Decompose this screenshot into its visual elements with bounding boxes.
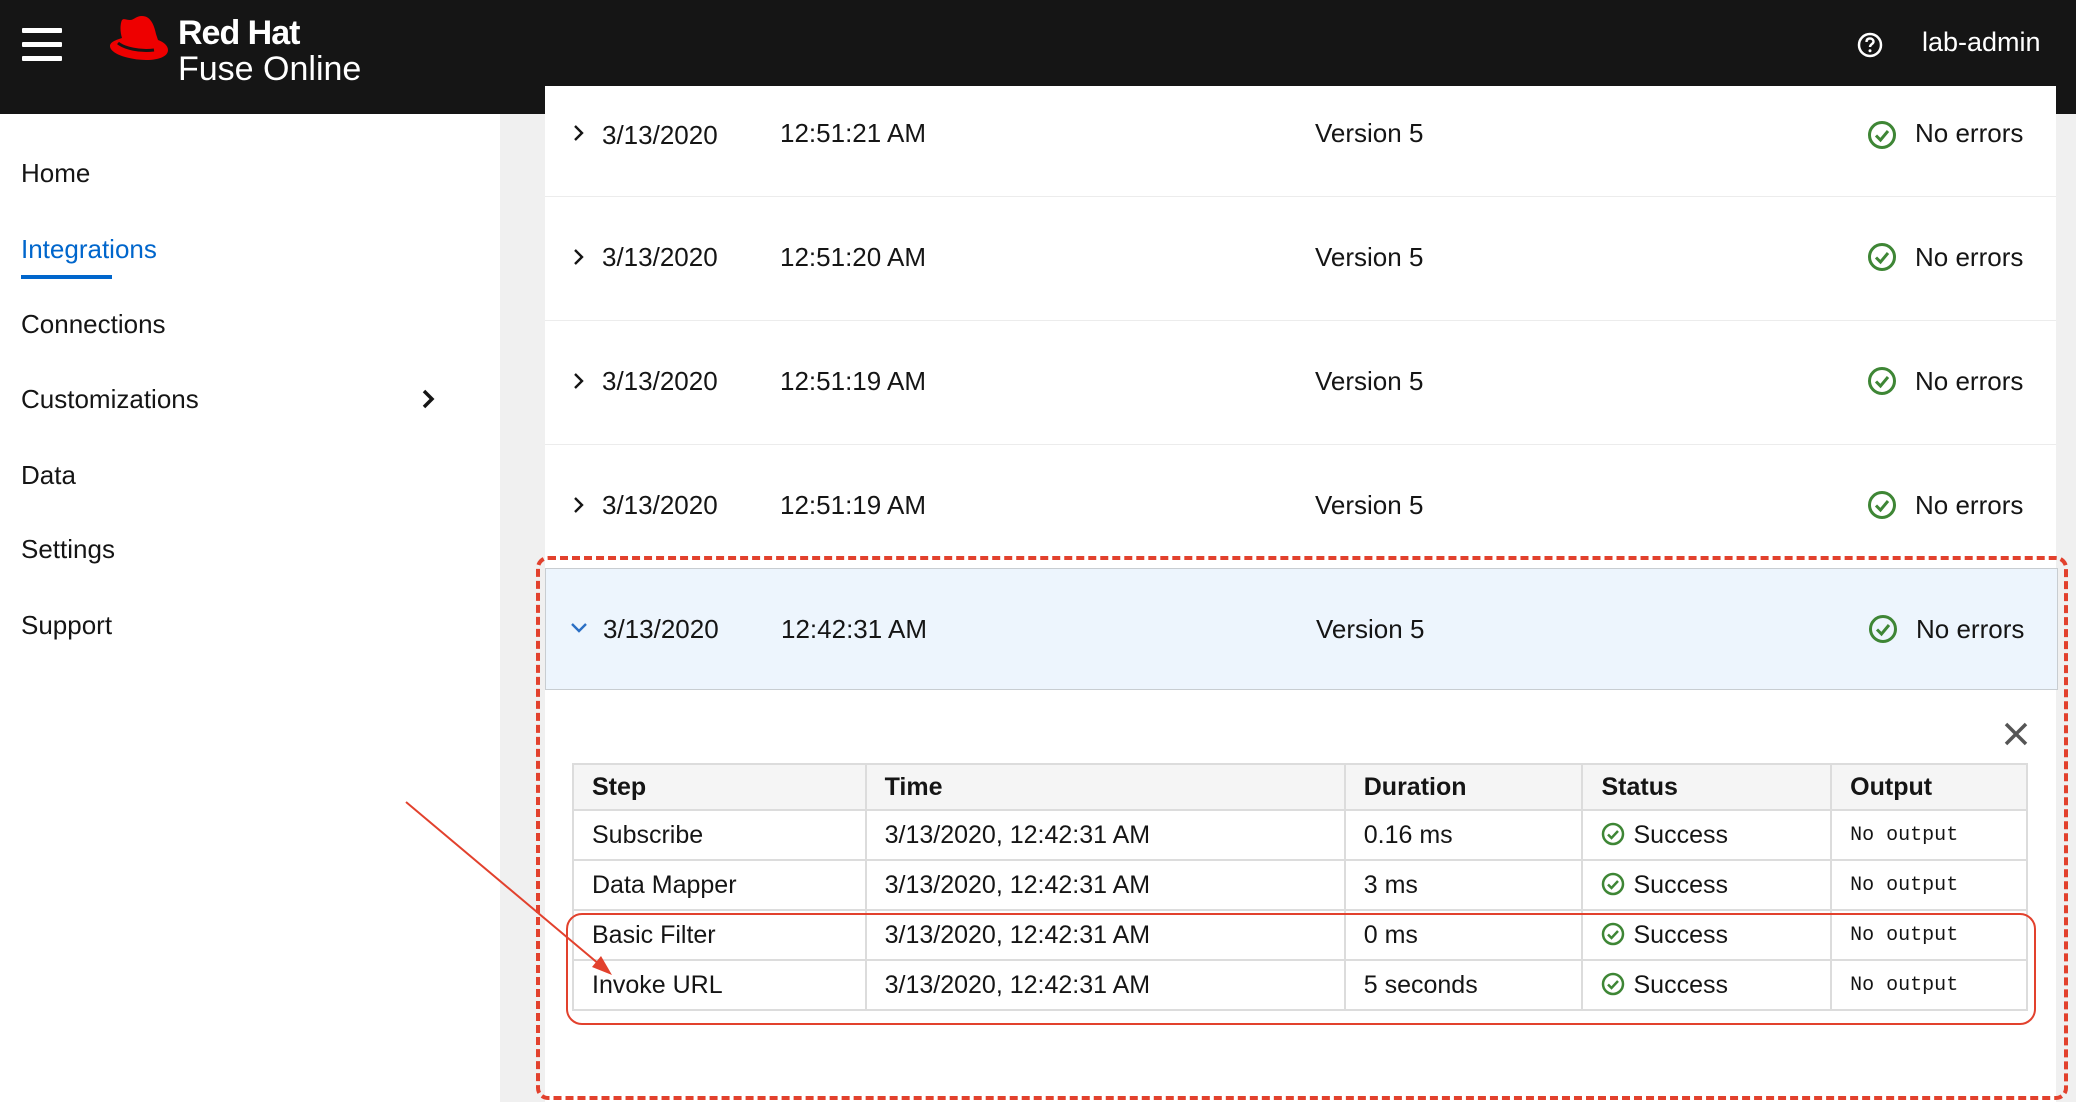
step-name: Basic Filter <box>572 909 867 961</box>
step-status: Success <box>1633 870 1728 899</box>
check-circle-icon <box>1868 121 1896 149</box>
activity-row[interactable]: 3/13/2020 12:51:21 AM Version 5 No error… <box>545 86 2056 198</box>
check-circle-icon <box>1868 367 1896 395</box>
step-status-cell: Success <box>1581 909 1833 961</box>
activity-status: No errors <box>1915 242 2024 272</box>
step-output: No output <box>1830 909 2028 961</box>
activity-time: 12:51:19 AM <box>780 490 926 520</box>
step-status-cell: Success <box>1581 809 1833 861</box>
activity-date: 3/13/2020 <box>602 242 718 272</box>
activity-version: Version 5 <box>1315 118 1424 148</box>
column-header-duration: Duration <box>1343 763 1584 811</box>
table-row: Subscribe 3/13/2020, 12:42:31 AM 0.16 ms… <box>572 809 2028 861</box>
steps-table: Step Time Duration Status Output Subscri… <box>572 763 2028 1011</box>
hamburger-menu-icon[interactable] <box>22 28 62 68</box>
activity-row[interactable]: 3/13/2020 12:51:19 AM Version 5 No error… <box>545 321 2056 446</box>
sidebar-item-connections[interactable]: Connections <box>21 309 166 340</box>
activity-row[interactable]: 3/13/2020 12:51:20 AM Version 5 No error… <box>545 197 2056 322</box>
user-menu[interactable]: lab-admin <box>1922 27 2041 58</box>
step-name: Invoke URL <box>572 959 867 1011</box>
step-duration: 5 seconds <box>1343 959 1584 1011</box>
table-row: Basic Filter 3/13/2020, 12:42:31 AM 0 ms… <box>572 909 2028 961</box>
sidebar-item-home[interactable]: Home <box>21 158 90 189</box>
red-hat-logo-icon <box>110 16 168 60</box>
step-status: Success <box>1633 820 1728 849</box>
column-header-step: Step <box>572 763 867 811</box>
column-header-status: Status <box>1581 763 1833 811</box>
step-status-cell: Success <box>1581 959 1833 1011</box>
activity-status: No errors <box>1915 490 2024 520</box>
activity-version: Version 5 <box>1315 242 1424 272</box>
activity-version: Version 5 <box>1315 490 1424 520</box>
activity-row-expanded[interactable]: 3/13/2020 12:42:31 AM Version 5 No error… <box>545 568 2058 690</box>
activity-version: Version 5 <box>1316 614 1425 644</box>
sidebar-item-data[interactable]: Data <box>21 460 76 491</box>
step-output: No output <box>1830 859 2028 911</box>
close-icon[interactable] <box>2003 721 2029 747</box>
check-circle-icon <box>1602 972 1625 995</box>
question-circle-icon[interactable] <box>1857 32 1883 58</box>
check-circle-icon <box>1602 872 1625 895</box>
activity-date: 3/13/2020 <box>602 490 718 520</box>
check-circle-icon <box>1868 491 1896 519</box>
step-output: No output <box>1830 959 2028 1011</box>
activity-date: 3/13/2020 <box>603 614 719 644</box>
sidebar-item-support[interactable]: Support <box>21 610 112 641</box>
step-output: No output <box>1830 809 2028 861</box>
step-time: 3/13/2020, 12:42:31 AM <box>864 809 1346 861</box>
sidebar: Home Integrations Connections Customizat… <box>0 114 500 1102</box>
chevron-down-icon[interactable] <box>568 619 590 637</box>
chevron-right-icon[interactable] <box>571 494 587 516</box>
activity-date: 3/13/2020 <box>602 120 718 150</box>
check-circle-icon <box>1602 922 1625 945</box>
table-row: Data Mapper 3/13/2020, 12:42:31 AM 3 ms … <box>572 859 2028 911</box>
activity-time: 12:51:21 AM <box>780 118 926 148</box>
activity-row[interactable]: 3/13/2020 12:51:19 AM Version 5 No error… <box>545 445 2056 568</box>
activity-status: No errors <box>1915 118 2024 148</box>
chevron-right-icon[interactable] <box>571 122 587 144</box>
step-name: Subscribe <box>572 809 867 861</box>
step-status: Success <box>1633 920 1728 949</box>
activity-time: 12:51:20 AM <box>780 242 926 272</box>
step-name: Data Mapper <box>572 859 867 911</box>
chevron-right-icon[interactable] <box>418 387 438 411</box>
activity-date: 3/13/2020 <box>602 366 718 396</box>
step-status: Success <box>1633 970 1728 999</box>
activity-status: No errors <box>1916 614 2025 644</box>
product-name: Fuse Online <box>178 50 362 88</box>
sidebar-item-settings[interactable]: Settings <box>21 534 115 565</box>
step-duration: 0 ms <box>1343 909 1584 961</box>
table-header-row: Step Time Duration Status Output <box>572 763 2028 811</box>
column-header-output: Output <box>1830 763 2028 811</box>
activity-version: Version 5 <box>1315 366 1424 396</box>
chevron-right-icon[interactable] <box>571 246 587 268</box>
chevron-right-icon[interactable] <box>571 370 587 392</box>
step-status-cell: Success <box>1581 859 1833 911</box>
step-time: 3/13/2020, 12:42:31 AM <box>864 959 1346 1011</box>
check-circle-icon <box>1869 615 1897 643</box>
step-time: 3/13/2020, 12:42:31 AM <box>864 909 1346 961</box>
activity-status: No errors <box>1915 366 2024 396</box>
sidebar-item-integrations[interactable]: Integrations <box>21 234 157 265</box>
check-circle-icon <box>1868 243 1896 271</box>
check-circle-icon <box>1602 822 1625 845</box>
table-row: Invoke URL 3/13/2020, 12:42:31 AM 5 seco… <box>572 959 2028 1011</box>
brand-name: Red Hat <box>178 14 300 52</box>
step-duration: 3 ms <box>1343 859 1584 911</box>
activity-time: 12:42:31 AM <box>781 614 927 644</box>
step-duration: 0.16 ms <box>1343 809 1584 861</box>
step-time: 3/13/2020, 12:42:31 AM <box>864 859 1346 911</box>
column-header-time: Time <box>864 763 1346 811</box>
activity-time: 12:51:19 AM <box>780 366 926 396</box>
active-indicator <box>21 275 112 279</box>
sidebar-item-customizations[interactable]: Customizations <box>21 384 199 415</box>
